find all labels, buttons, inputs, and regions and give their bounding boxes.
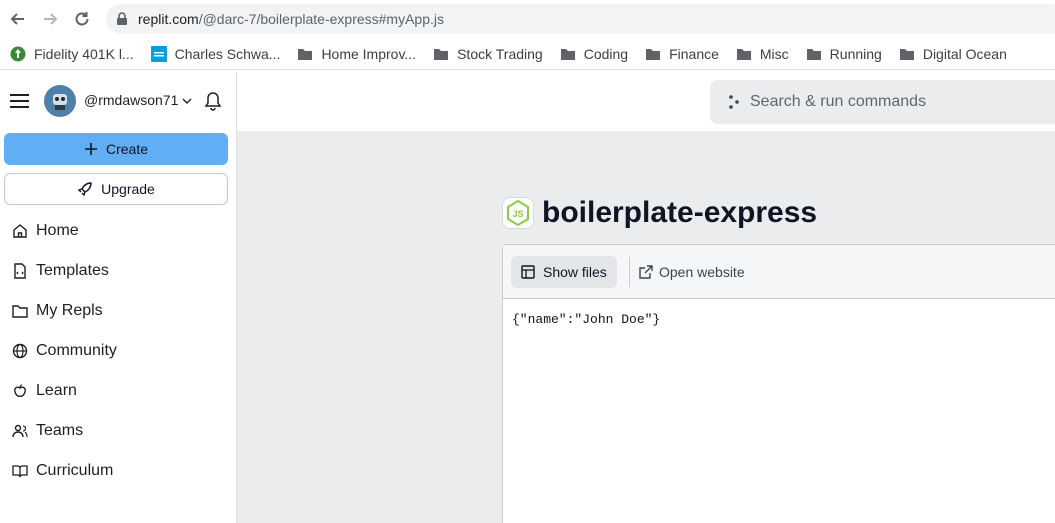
reload-icon [75,12,89,26]
arrow-left-icon [10,13,24,25]
webview-toolbar: Show files Open website [503,245,1055,299]
bookmarks-bar: Fidelity 401K l... Charles Schwa... Home… [0,38,1055,70]
search-placeholder: Search & run commands [750,93,927,110]
search-command-bar[interactable]: Search & run commands [710,80,1055,124]
bookmark-fidelity[interactable]: Fidelity 401K l... [10,46,134,62]
bell-icon [204,92,222,111]
chevron-down-icon[interactable] [182,97,192,105]
sidebar-item-label: My Repls [36,302,103,319]
bookmark-digital-ocean[interactable]: Digital Ocean [899,46,1007,62]
sidebar-item-teams[interactable]: Teams [0,411,236,451]
hamburger-icon [10,94,29,108]
folder-icon [298,48,313,60]
schwab-icon [150,45,167,62]
sidebar-item-home[interactable]: Home [0,211,236,251]
sidebar-item-label: Curriculum [36,462,114,479]
page-title: boilerplate-express [542,196,818,229]
webview-panel: Show files Open website {"name":"John Do… [502,244,1055,523]
bookmark-finance[interactable]: Finance [645,46,719,62]
bookmark-label: Digital Ocean [922,45,1007,62]
folder-icon [560,48,575,60]
folder-icon [899,48,914,60]
back-button[interactable] [7,8,29,30]
url-path: /@darc-7/boilerplate-express#myApp.js [198,11,445,27]
command-icon [729,95,739,109]
folder-icon [646,48,661,60]
sidebar-item-curriculum[interactable]: Curriculum [0,451,236,491]
bookmark-running[interactable]: Running [806,46,882,62]
forward-button[interactable] [39,8,61,30]
sidebar-item-learn[interactable]: Learn [0,371,236,411]
create-button[interactable]: Create [4,133,228,165]
bookmark-label: Home Improv... [321,45,417,62]
open-website-label: Open website [659,264,745,280]
sidebar-item-label: Learn [36,382,77,399]
open-website-link[interactable]: Open website [639,264,745,280]
bookmark-label: Stock Trading [457,45,543,62]
upgrade-label: Upgrade [101,181,155,197]
bookmark-label: Running [829,45,882,62]
nodejs-logo-text: JS [512,209,523,219]
folder-icon [806,48,821,60]
sidebar-item-label: Home [36,222,79,239]
webview-output: {"name":"John Doe"} [512,312,661,327]
bookmark-label: Charles Schwa... [174,45,281,62]
sidebar-item-label: Teams [36,422,84,439]
bookmark-label: Finance [669,45,719,62]
fidelity-icon [10,46,26,61]
sidebar-item-community[interactable]: Community [0,331,236,371]
plus-icon [84,143,97,155]
create-label: Create [105,141,149,157]
username[interactable]: @rmdawson71 [84,92,178,108]
book-icon [12,465,28,478]
show-files-label: Show files [543,264,607,280]
bookmark-label: Misc [759,45,789,62]
bookmark-label: Coding [583,45,629,62]
home-icon [13,224,27,238]
upgrade-button[interactable]: Upgrade [4,173,228,205]
arrow-right-icon [44,13,58,25]
folder-icon [12,305,28,318]
bookmark-label: Fidelity 401K l... [34,45,134,62]
bookmark-misc[interactable]: Misc [736,46,789,62]
avatar[interactable] [44,85,76,117]
nodejs-hexagon-icon: JS [507,200,529,226]
url-host: replit.com [138,11,199,27]
teams-icon [12,424,28,438]
learn-icon [14,384,26,397]
files-icon [521,265,535,279]
rocket-icon [77,182,92,197]
show-files-button[interactable]: Show files [511,256,617,288]
bookmark-coding[interactable]: Coding [560,46,628,62]
browser-toolbar: replit.com/@darc-7/boilerplate-express#m… [0,0,1055,38]
notifications-button[interactable] [204,91,222,116]
top-bar: Search & run commands [237,71,1055,131]
folder-icon [434,48,449,60]
bookmark-schwab[interactable]: Charles Schwa... [150,45,281,62]
globe-icon [12,343,28,359]
bookmark-stock-trading[interactable]: Stock Trading [433,46,543,62]
main-content: Search & run commands JS boilerplate-exp… [237,71,1055,523]
bookmark-home-improv[interactable]: Home Improv... [297,46,416,62]
external-link-icon [639,265,653,279]
address-bar[interactable]: replit.com/@darc-7/boilerplate-express#m… [106,4,1055,34]
templates-icon [14,263,26,279]
sidebar-nav: Home Templates My Repls Community Learn … [0,211,236,491]
sidebar: @rmdawson71 Create Upgrade Home Template… [0,71,237,523]
folder-icon [736,48,751,60]
sidebar-item-label: Templates [36,262,109,279]
toolbar-divider [629,257,630,287]
repl-header: JS boilerplate-express [502,196,817,230]
lock-icon [117,12,127,25]
nodejs-logo-icon: JS [502,197,534,229]
menu-button[interactable] [10,93,30,114]
robot-avatar-icon [53,94,67,110]
sidebar-item-my-repls[interactable]: My Repls [0,291,236,331]
reload-button[interactable] [71,8,93,30]
sidebar-item-label: Community [36,342,117,359]
sidebar-item-templates[interactable]: Templates [0,251,236,291]
